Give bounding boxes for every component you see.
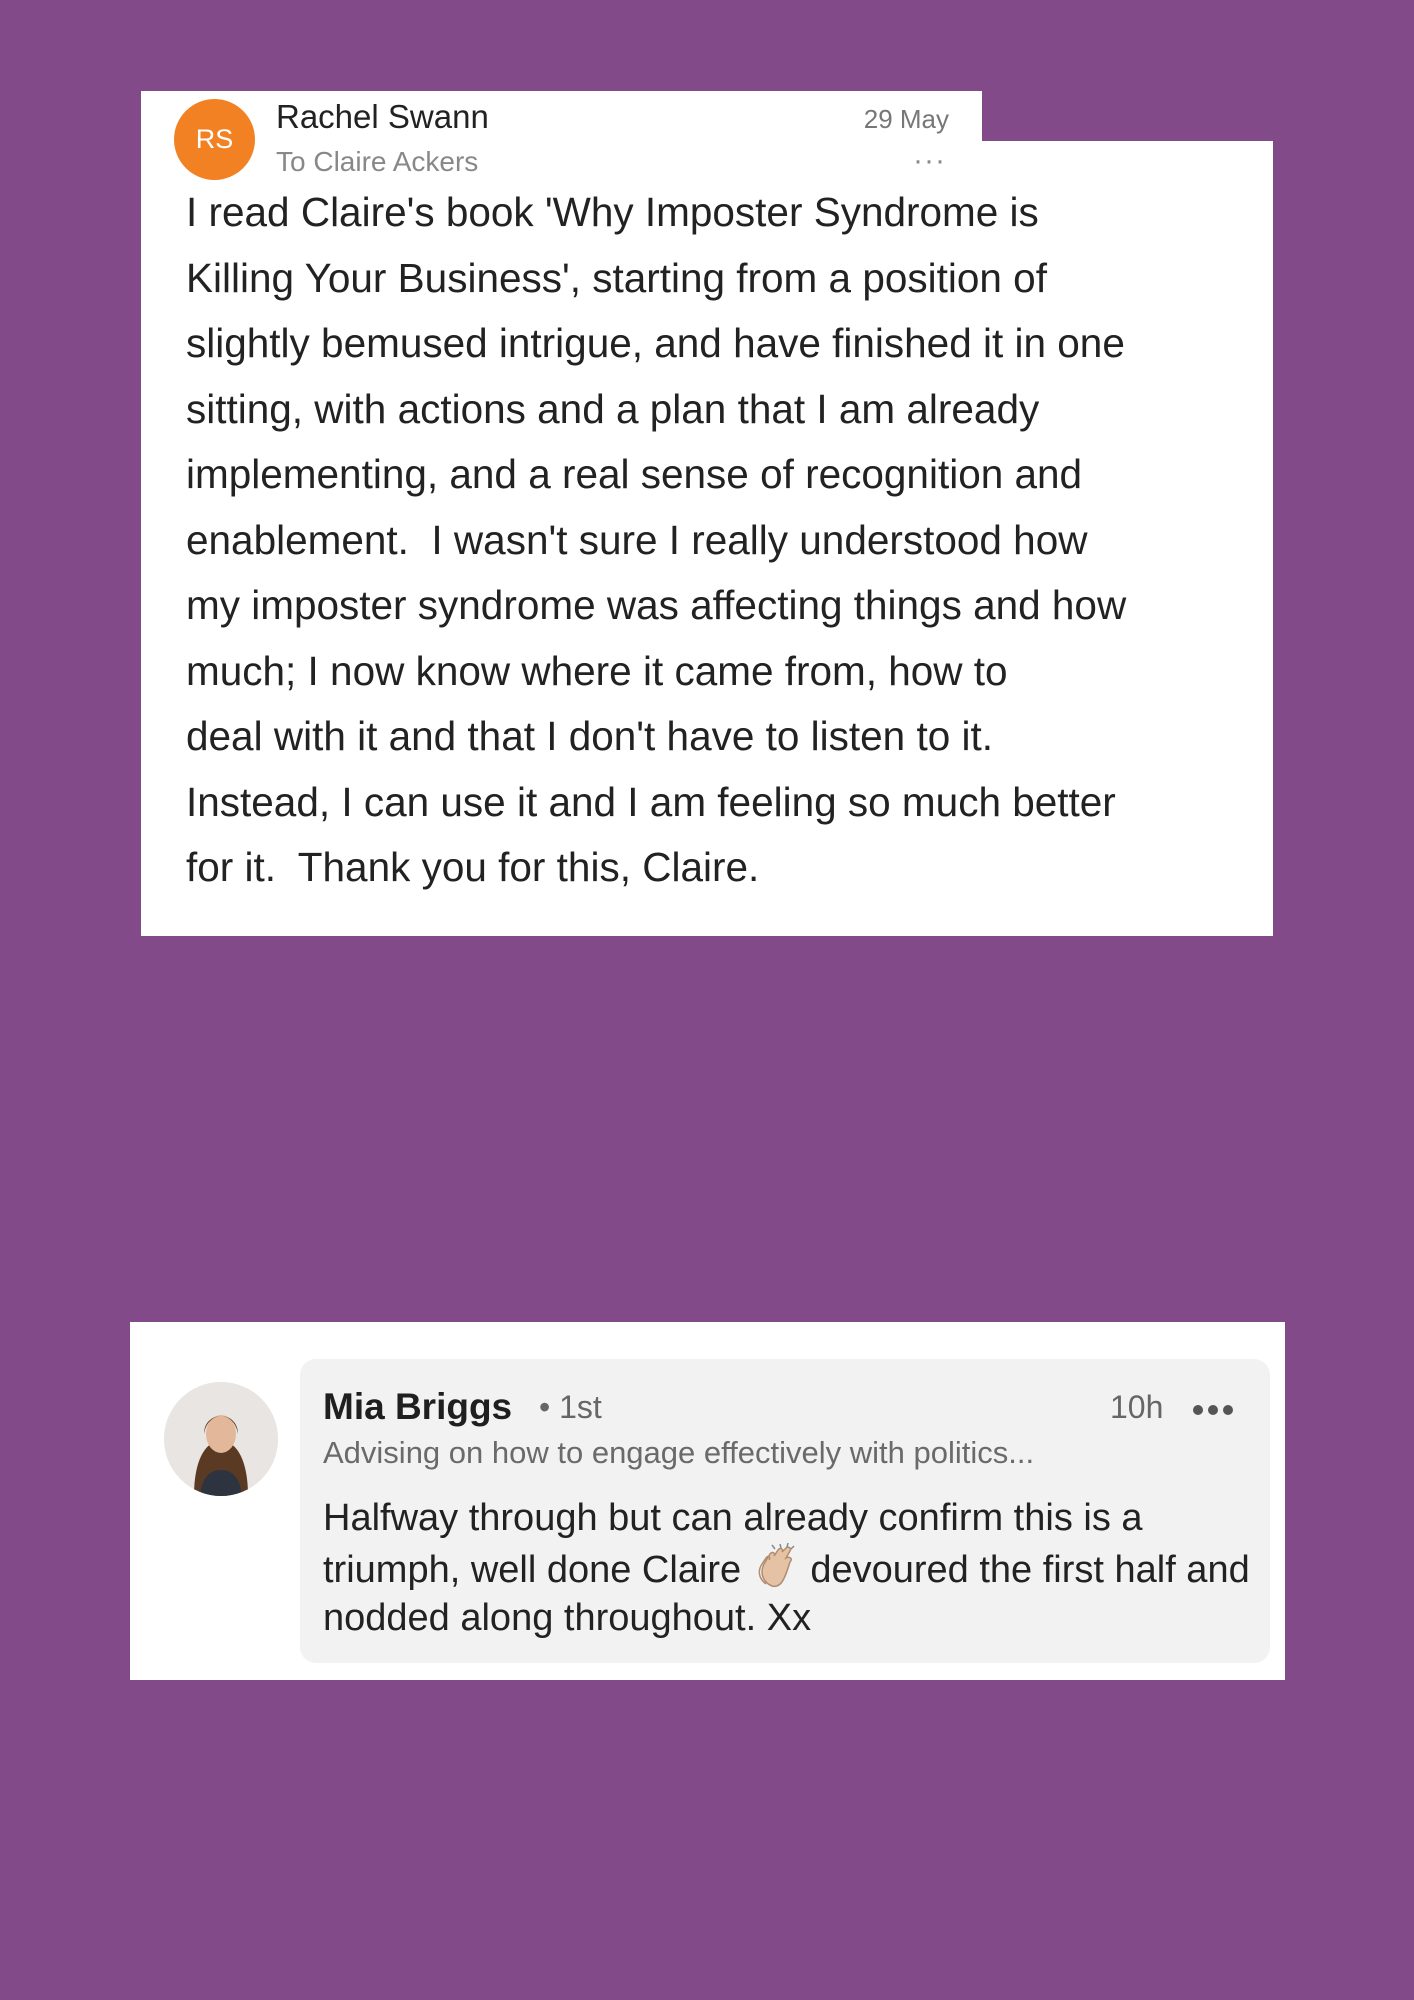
body-line: for it. Thank you for this, Claire. <box>186 844 760 890</box>
body-line: implementing, and a real sense of recogn… <box>186 451 1083 497</box>
clapping-hands-icon <box>758 1542 795 1588</box>
recipient-line: To Claire Ackers <box>276 146 479 177</box>
more-options-icon[interactable] <box>1192 1404 1234 1416</box>
more-options-icon[interactable]: ··· <box>913 146 946 176</box>
body-line: I read Claire's book 'Why Imposter Syndr… <box>186 189 1039 235</box>
body-line: much; I now know where it came from, how… <box>186 647 1008 694</box>
sender-avatar[interactable]: RS <box>174 99 255 180</box>
comment-timestamp: 10h <box>1110 1389 1164 1425</box>
commenter-avatar[interactable] <box>164 1382 278 1496</box>
body-line: sitting, with actions and a plan that I … <box>186 385 1040 432</box>
connection-degree: • 1st <box>539 1389 602 1425</box>
comment-text: Halfway through but can already confirm … <box>323 1494 1263 1642</box>
body-line: slightly bemused intrigue, and have fini… <box>186 320 1125 366</box>
body-line: deal with it and that I don't have to li… <box>186 713 993 759</box>
email-date: 29 May <box>863 104 949 134</box>
body-line: Killing Your Business', starting from a … <box>186 254 1047 301</box>
body-line: Instead, I can use it and I am feeling s… <box>186 778 1116 825</box>
body-line: enablement. I wasn't sure I really under… <box>186 516 1088 563</box>
avatar-initials: RS <box>195 124 234 154</box>
commenter-name[interactable]: Mia Briggs <box>323 1386 512 1428</box>
email-body-text: I read Claire's book 'Why Imposter Syndr… <box>186 180 1246 901</box>
sender-name[interactable]: Rachel Swann <box>276 98 489 136</box>
commenter-headline: Advising on how to engage effectively wi… <box>323 1435 1035 1470</box>
profile-photo-icon <box>164 1382 278 1496</box>
body-line: my imposter syndrome was affecting thing… <box>186 582 1127 628</box>
